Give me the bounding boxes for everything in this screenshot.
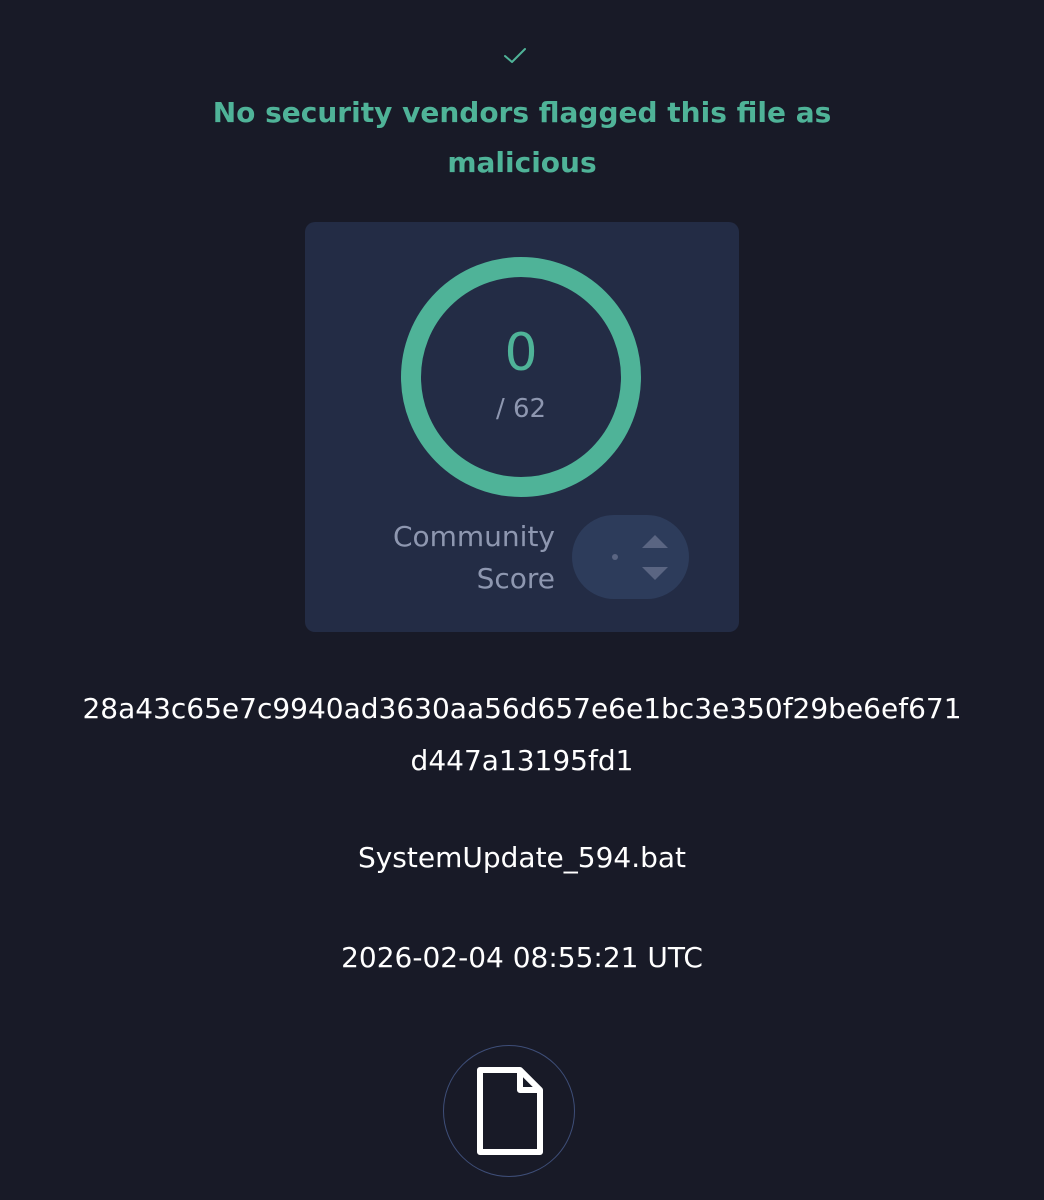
file-report-summary: No security vendors flagged this file as… bbox=[0, 0, 1044, 1200]
file-type-badge bbox=[443, 1045, 575, 1177]
file-hash-line-1: 28a43c65e7c9940ad3630aa56d657e6e1bc3e350… bbox=[82, 692, 962, 725]
community-score-label: Community Score bbox=[345, 516, 555, 600]
file-hash-line-2: d447a13195fd1 bbox=[410, 744, 634, 777]
community-vote-control bbox=[572, 515, 689, 599]
community-score-label-line-1: Community bbox=[392, 520, 555, 553]
file-hash: 28a43c65e7c9940ad3630aa56d657e6e1bc3e350… bbox=[0, 683, 1044, 787]
community-score-value-dot bbox=[612, 554, 618, 560]
detection-total: / 62 bbox=[495, 394, 547, 424]
check-icon bbox=[504, 48, 526, 63]
analysis-date: 2026-02-04 08:55:21 UTC bbox=[341, 941, 703, 974]
verdict-line-1: No security vendors flagged this file as bbox=[212, 96, 832, 129]
detection-score-card: 0 / 62 Community Score bbox=[305, 222, 739, 632]
vote-down-arrow-icon[interactable] bbox=[642, 567, 668, 580]
detection-count: 0 bbox=[504, 323, 538, 383]
vote-up-arrow-icon[interactable] bbox=[642, 535, 668, 548]
file-name: SystemUpdate_594.bat bbox=[357, 841, 687, 874]
verdict-line-2: malicious bbox=[447, 146, 597, 179]
file-icon bbox=[477, 1067, 543, 1155]
community-score-label-line-2: Score bbox=[476, 562, 555, 595]
verdict-heading: No security vendors flagged this file as… bbox=[0, 88, 1044, 188]
